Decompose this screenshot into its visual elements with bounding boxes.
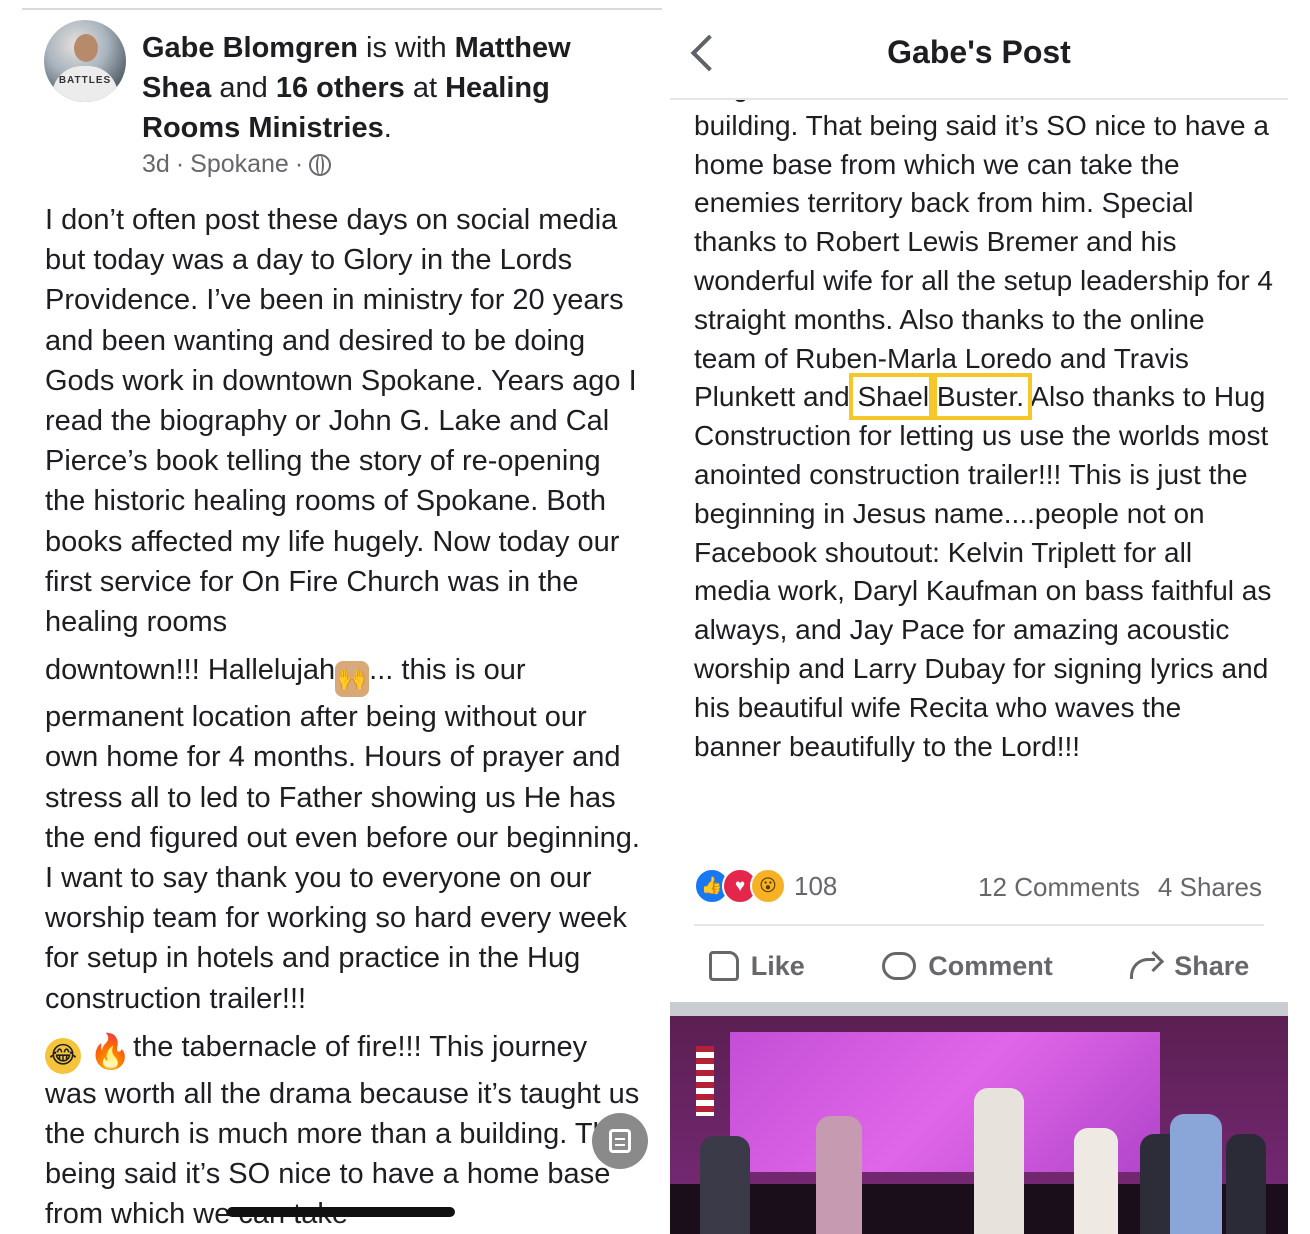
highlighted-name-part: Shael (849, 373, 938, 421)
post-header: Gabe Blomgren is with Matthew Shea and 1… (142, 28, 642, 148)
like-label: Like (750, 950, 805, 981)
post-location: Spokane (190, 150, 289, 178)
divider (670, 1002, 1288, 1016)
post-time[interactable]: 3d (142, 150, 170, 179)
post-paragraph: 😂 🔥 the tabernacle of fire!!! This journ… (45, 1027, 645, 1234)
highlighted-name-part: Buster. (928, 373, 1033, 421)
header-connector: is with (357, 32, 455, 64)
comment-button[interactable]: Comment (882, 951, 1053, 982)
author-name[interactable]: Gabe Blomgren (142, 32, 358, 64)
action-bar: Like Comment Share (670, 940, 1288, 992)
divider (694, 924, 1264, 926)
like-button[interactable]: Like (708, 950, 805, 982)
post-text (929, 381, 937, 412)
raising-hands-emoji-icon: 🙌 (335, 661, 370, 698)
reaction-count: 108 (794, 870, 838, 901)
comment-bubble-icon (882, 952, 917, 980)
thumbs-up-icon (708, 951, 739, 981)
post-body: taught us the church is much more than a… (694, 68, 1274, 766)
reaction-summary[interactable]: 👍 ♥ 😮 108 (694, 868, 837, 904)
header-connector: at (404, 72, 446, 104)
divider (22, 8, 662, 10)
person-figure (1226, 1134, 1266, 1234)
post-topbar: Gabe's Post (670, 0, 1288, 100)
comment-label: Comment (928, 950, 1053, 981)
meta-separator: · (294, 150, 304, 178)
share-label: Share (1174, 950, 1250, 981)
laughing-emoji-icon: 😂 (45, 1037, 81, 1074)
globe-icon (309, 153, 332, 176)
comments-count[interactable]: 12 Comments (978, 872, 1140, 902)
flag-graphic (696, 1046, 714, 1116)
meta-separator: · (175, 150, 185, 178)
shares-count[interactable]: 4 Shares (1158, 872, 1262, 902)
person-figure (1170, 1114, 1222, 1234)
post-meta: 3d · Spokane · (142, 150, 332, 179)
others-link[interactable]: 16 others (276, 72, 405, 104)
post-body: I don’t often post these days on social … (45, 200, 645, 1234)
share-button[interactable]: Share (1130, 951, 1249, 982)
wow-reaction-icon: 😮 (750, 868, 786, 904)
page-title: Gabe's Post (887, 34, 1071, 70)
fire-emoji-icon: 🔥 (89, 1032, 132, 1071)
post-paragraph: taught us the church is much more than a… (694, 68, 1274, 766)
scan-text-icon (609, 1129, 631, 1153)
person-figure (1074, 1128, 1118, 1234)
person-figure (700, 1136, 750, 1234)
post-text: the tabernacle of fire!!! This journey w… (45, 1030, 640, 1231)
person-figure (816, 1116, 862, 1234)
avatar-logo: BATTLES (58, 75, 112, 86)
person-figure (974, 1088, 1024, 1234)
home-indicator (227, 1207, 455, 1217)
avatar-head (74, 34, 98, 62)
left-screenshot: BATTLES Gabe Blomgren is with Matthew Sh… (0, 0, 670, 1234)
post-paragraph: I don’t often post these days on social … (45, 204, 637, 639)
post-text: downtown!!! Hallelujah (45, 654, 336, 687)
avatar[interactable]: BATTLES (44, 20, 126, 102)
post-text: taught us the church is much more than a… (694, 71, 1273, 413)
scan-text-button[interactable] (592, 1113, 648, 1169)
share-arrow-icon (1130, 952, 1162, 980)
right-screenshot: Gabe's Post taught us the church is much… (670, 0, 1310, 1234)
post-photo[interactable] (670, 1016, 1288, 1234)
post-paragraph: downtown!!! Hallelujah🙌... this is our p… (45, 650, 645, 1019)
engagement-counts: 12 Comments 4 Shares (978, 872, 1262, 903)
post-text: Also thanks to Hug Construction for lett… (694, 381, 1272, 762)
post-text: ... this is our permanent location after… (45, 654, 640, 1015)
header-connector: . (383, 112, 392, 144)
header-connector: and (211, 72, 276, 104)
